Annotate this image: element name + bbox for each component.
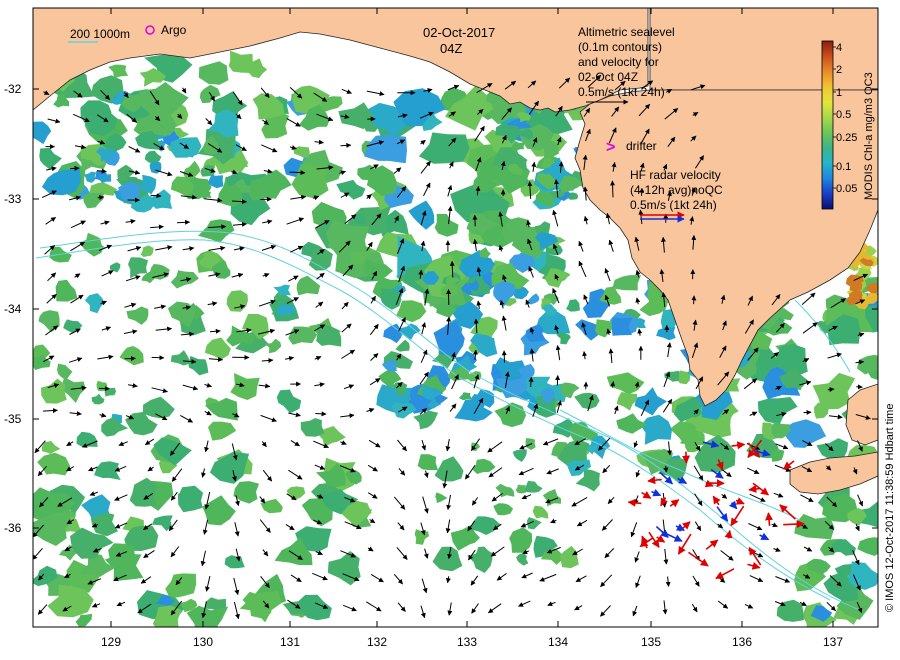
lat-label: -32 [4, 82, 22, 96]
colorbar-title: MODIS Chl-a mg/m3 OC3 [863, 72, 875, 200]
chlorophyll-map: 129 130 131 132 133 134 135 136 137 -32 … [4, 7, 896, 649]
colorbar-label: 0.25 [836, 132, 857, 144]
lon-label: 133 [457, 635, 477, 649]
lon-label: 136 [732, 635, 752, 649]
altimetry-line: 02-Oct 04Z [578, 70, 638, 84]
colorbar-label: 4 [836, 42, 842, 54]
hf-line: HF radar velocity [630, 168, 721, 182]
lon-label: 130 [193, 635, 213, 649]
altimetry-line: and velocity for [578, 55, 659, 69]
lat-tick-labels: -32 -33 -34 -35 -36 [4, 82, 22, 535]
lon-label: 129 [101, 635, 121, 649]
colorbar-label: 1 [836, 87, 842, 99]
drifter-label: drifter [626, 139, 657, 153]
map-date: 02-Oct-2017 [423, 25, 495, 40]
argo-label: Argo [161, 23, 187, 37]
colorbar-frame [821, 40, 834, 210]
colorbar-label: 0.5 [836, 109, 851, 121]
lon-label: 131 [280, 635, 300, 649]
lat-label: -35 [4, 412, 22, 426]
colorbar-label: 0.1 [836, 161, 851, 173]
colorbar-label: 2 [836, 64, 842, 76]
hf-line: 0.5m/s (1kt 24h) [630, 198, 717, 212]
altimetry-line: Altimetric sealevel [578, 25, 675, 39]
lat-label: -36 [4, 521, 22, 535]
lon-label: 132 [367, 635, 387, 649]
colorbar-label: 0.05 [836, 183, 857, 195]
lat-label: -33 [4, 192, 22, 206]
hf-radar-legend: HF radar velocity (4-12h avg)noQC 0.5m/s… [630, 168, 723, 223]
altimetry-line: 0.5m/s (1kt 24h) [578, 85, 665, 99]
lon-label: 134 [548, 635, 568, 649]
lat-label: -34 [4, 302, 22, 316]
hf-line: (4-12h avg)noQC [630, 183, 723, 197]
drifter-icon: > [606, 139, 615, 156]
map-time: 04Z [440, 41, 462, 56]
lon-label: 135 [641, 635, 661, 649]
lon-tick-labels: 129 130 131 132 133 134 135 136 137 [101, 635, 843, 649]
credit-text: © IMOS 12-Oct-2017 11:38:59 Hdbart time [884, 404, 896, 612]
altimetry-line: (0.1m contours) [578, 40, 662, 54]
lon-label: 137 [823, 635, 843, 649]
isobath-label: 200 1000m [70, 27, 130, 41]
isobath-legend: 200 1000m [68, 27, 130, 43]
